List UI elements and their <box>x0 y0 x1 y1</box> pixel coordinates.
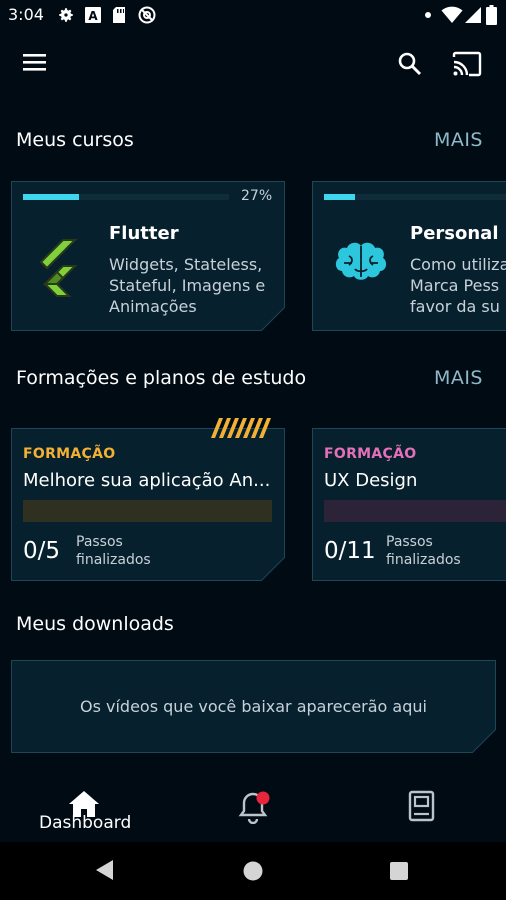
courses-more-link[interactable]: MAIS <box>434 129 483 151</box>
search-icon[interactable] <box>397 51 423 77</box>
back-triangle-icon[interactable] <box>95 859 115 881</box>
brain-icon <box>335 242 387 280</box>
sd-card-icon <box>113 7 125 23</box>
status-bar: 3:04 A <box>0 0 506 30</box>
course-progress-fill <box>324 194 355 200</box>
formation-title: Melhore sua aplicação An... <box>23 470 271 491</box>
app-bar <box>0 30 506 100</box>
flutter-logo-icon <box>39 239 78 297</box>
formation-card[interactable]: FORMAÇÃO Melhore sua aplicação An... 0/5… <box>11 418 285 581</box>
formation-progress-bar <box>23 500 272 522</box>
steps-label-line1: Passos <box>76 534 123 550</box>
nav-item-dashboard[interactable]: Dashboard <box>30 778 140 842</box>
home-circle-icon[interactable] <box>242 860 264 882</box>
cast-icon[interactable] <box>452 51 482 77</box>
formation-tag: FORMAÇÃO <box>23 446 116 462</box>
svg-text:A: A <box>88 9 98 23</box>
course-progress-fill <box>23 194 79 200</box>
system-navigation-bar <box>0 842 506 900</box>
formation-steps-label: Passos finalizados <box>76 533 151 569</box>
bell-icon <box>238 791 270 824</box>
nav-item-notifications[interactable] <box>226 782 282 832</box>
course-progress-label: 27% <box>241 188 273 204</box>
formations-more-link[interactable]: MAIS <box>434 367 483 389</box>
course-description: Como utiliza Marca Pess favor da su <box>410 255 506 316</box>
course-description: Widgets, Stateless, Stateful, Imagens e … <box>109 255 266 316</box>
courses-section-title: Meus cursos <box>16 129 134 151</box>
formation-progress-bar <box>324 500 506 522</box>
dot-icon <box>425 12 431 18</box>
formation-step-count: 0/5 <box>23 538 61 564</box>
bottom-navigation: Dashboard <box>0 770 506 842</box>
steps-label-line1: Passos <box>386 534 433 550</box>
formations-section-title: Formações e planos de estudo <box>16 367 307 389</box>
formation-tag: FORMAÇÃO <box>324 446 417 462</box>
no-sync-icon <box>138 6 156 24</box>
course-card[interactable]: 27% Flutter Widgets, Stateless, Stateful… <box>11 181 285 331</box>
steps-label-line2: finalizados <box>76 552 151 568</box>
nav-label-dashboard: Dashboard <box>39 813 132 833</box>
formation-card[interactable]: FORMAÇÃO UX Design 0/11 Passos finalizad… <box>312 428 506 581</box>
course-title: Personal B <box>410 223 506 244</box>
course-title: Flutter <box>109 223 179 244</box>
hazard-stripes-decoration <box>211 418 271 438</box>
notification-badge <box>256 791 270 805</box>
downloads-empty-text: Os vídeos que você baixar aparecerão aqu… <box>80 697 427 716</box>
signal-icon <box>465 7 481 23</box>
nav-item-library[interactable] <box>396 782 448 832</box>
status-time: 3:04 <box>8 5 44 24</box>
formation-steps-label: Passos finalizados <box>386 533 461 569</box>
course-progress-bar <box>324 194 506 200</box>
book-icon <box>408 790 435 822</box>
steps-label-line2: finalizados <box>386 552 461 568</box>
formation-title: UX Design <box>324 470 418 491</box>
recents-square-icon[interactable] <box>389 861 409 881</box>
gear-icon <box>59 8 73 22</box>
a-box-icon: A <box>85 7 101 23</box>
wifi-icon <box>441 6 463 23</box>
hamburger-menu-icon[interactable] <box>22 51 48 73</box>
downloads-section-title: Meus downloads <box>16 613 174 635</box>
battery-icon <box>486 5 497 25</box>
formation-step-count: 0/11 <box>324 538 376 564</box>
course-card[interactable]: Personal B Como utiliza Marca Pess favor… <box>312 181 506 331</box>
downloads-empty-card: Os vídeos que você baixar aparecerão aqu… <box>11 660 496 753</box>
course-progress-bar <box>23 194 229 200</box>
